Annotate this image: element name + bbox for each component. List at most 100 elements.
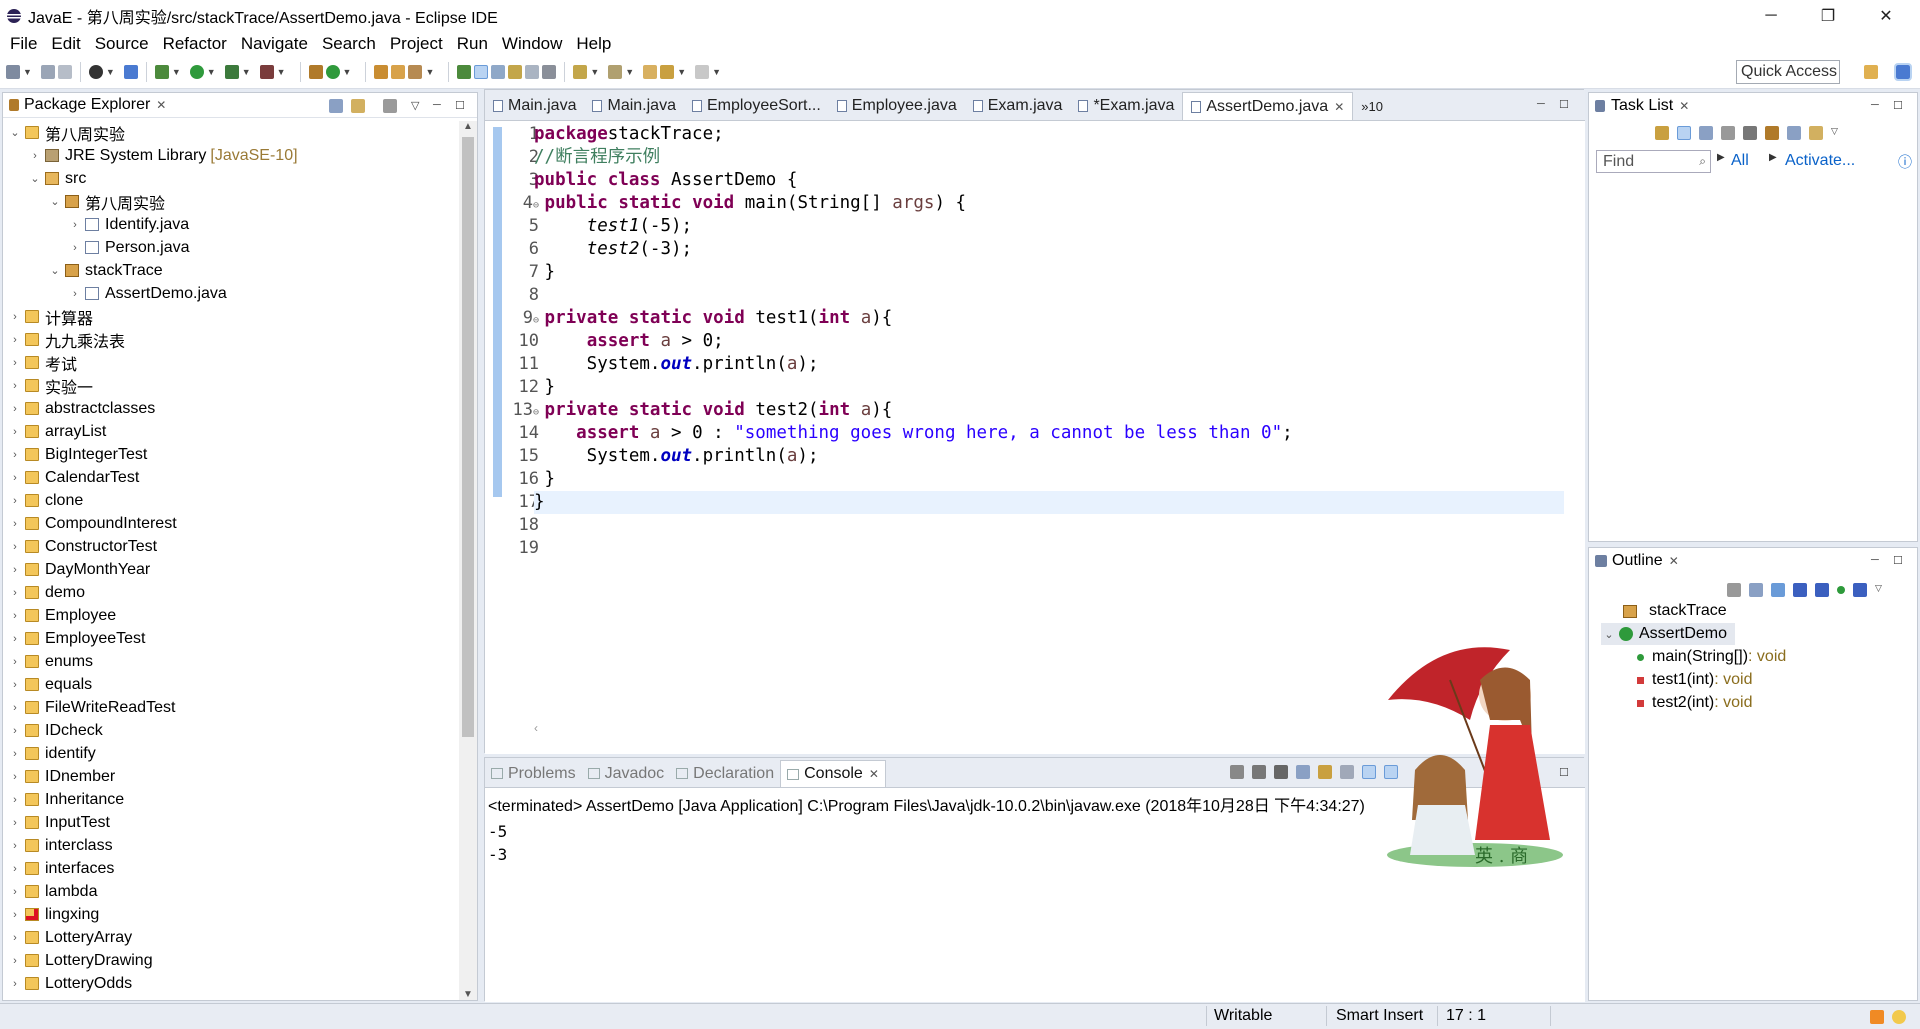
tree-item[interactable]: › 实验一 bbox=[3, 374, 458, 397]
view-menu-icon[interactable]: ▽ bbox=[411, 99, 419, 112]
close-tab-icon[interactable]: ✕ bbox=[1669, 554, 1679, 568]
chevron-down-icon[interactable]: ⌄ bbox=[7, 126, 23, 139]
chevron-right-icon[interactable]: › bbox=[7, 817, 23, 829]
code-line[interactable]: assert a > 0 : "something goes wrong her… bbox=[534, 422, 1564, 445]
tree-item[interactable]: › demo bbox=[3, 581, 458, 604]
code-line[interactable]: } bbox=[534, 376, 1564, 399]
tree-item[interactable]: › EmployeeTest bbox=[3, 627, 458, 650]
run-icon[interactable] bbox=[189, 65, 204, 79]
code-line[interactable]: public static void main(String[] args) { bbox=[534, 192, 1564, 215]
chevron-right-icon[interactable]: › bbox=[7, 932, 23, 944]
forward-icon[interactable] bbox=[695, 65, 710, 79]
scroll-lock-icon[interactable] bbox=[1318, 765, 1332, 779]
profile-icon[interactable] bbox=[88, 65, 103, 79]
code-line[interactable]: assert a > 0; bbox=[534, 330, 1564, 353]
run-dropdown-icon[interactable]: ▼ bbox=[207, 67, 216, 77]
tree-item[interactable]: › equals bbox=[3, 673, 458, 696]
chevron-right-icon[interactable]: › bbox=[7, 771, 23, 783]
menu-run[interactable]: Run bbox=[450, 34, 495, 54]
pilcrow-icon[interactable] bbox=[542, 65, 557, 79]
chevron-right-icon[interactable]: › bbox=[7, 472, 23, 484]
external-tools-icon[interactable] bbox=[259, 65, 274, 79]
tree-item[interactable]: › abstractclasses bbox=[3, 397, 458, 420]
filter-completed-icon[interactable] bbox=[1743, 126, 1757, 140]
editor-tab-exam-java[interactable]: Exam.java bbox=[965, 92, 1071, 120]
editor-tab-assertdemo-java[interactable]: AssertDemo.java ✕ bbox=[1182, 92, 1354, 120]
tree-item[interactable]: › JRE System Library [JavaSE-10] bbox=[3, 144, 458, 167]
chevron-right-icon[interactable]: › bbox=[7, 702, 23, 714]
search-dropdown-icon[interactable]: ▼ bbox=[425, 67, 434, 77]
chevron-right-icon[interactable]: › bbox=[7, 357, 23, 369]
code-line[interactable] bbox=[534, 284, 1564, 307]
chevron-right-icon[interactable]: › bbox=[7, 610, 23, 622]
tree-item[interactable]: › BigIntegerTest bbox=[3, 443, 458, 466]
menu-refactor[interactable]: Refactor bbox=[156, 34, 234, 54]
editor-tab-main-java[interactable]: Main.java bbox=[584, 92, 683, 120]
tree-item[interactable]: › 考试 bbox=[3, 351, 458, 374]
menu-search[interactable]: Search bbox=[315, 34, 383, 54]
minimize-view-icon[interactable]: ─ bbox=[1871, 554, 1879, 566]
hide-local-types-icon[interactable] bbox=[1853, 583, 1867, 597]
tip-bulb-icon[interactable] bbox=[1892, 1010, 1906, 1024]
last-edit-location-icon[interactable] bbox=[643, 65, 658, 79]
close-window-button[interactable]: ✕ bbox=[1858, 0, 1914, 31]
hide-static-icon[interactable] bbox=[1815, 583, 1829, 597]
close-tab-icon[interactable]: ✕ bbox=[869, 767, 879, 781]
activate-task-link[interactable]: Activate... bbox=[1785, 152, 1855, 170]
hide-fields-icon[interactable] bbox=[1793, 583, 1807, 597]
editor-tab-employeesort[interactable]: EmployeeSort... bbox=[684, 92, 829, 120]
chevron-right-icon[interactable]: › bbox=[7, 748, 23, 760]
maximize-button[interactable]: ❐ bbox=[1800, 0, 1856, 31]
sort-icon[interactable] bbox=[1771, 583, 1785, 597]
tree-item[interactable]: ⌄ src bbox=[3, 167, 458, 190]
chevron-right-icon[interactable]: › bbox=[7, 587, 23, 599]
code-line[interactable]: test2(-3); bbox=[534, 238, 1564, 261]
code-text[interactable]: packagestackTrace;//断言程序示例 public class A… bbox=[534, 123, 1564, 560]
tab-declaration[interactable]: Declaration bbox=[670, 760, 780, 787]
focus-active-task-icon[interactable] bbox=[1727, 583, 1741, 597]
search-icon[interactable] bbox=[408, 65, 423, 79]
forward-dropdown-icon[interactable]: ▼ bbox=[712, 67, 721, 77]
tree-item[interactable]: › Employee bbox=[3, 604, 458, 627]
toggle-block-selection-icon[interactable] bbox=[491, 65, 506, 79]
tab-console[interactable]: Console ✕ bbox=[780, 760, 886, 787]
show-whitespace-icon[interactable] bbox=[525, 65, 540, 79]
minimize-view-icon[interactable]: ─ bbox=[433, 99, 441, 111]
open-task-icon[interactable] bbox=[391, 65, 406, 79]
chevron-down-icon[interactable]: ⌄ bbox=[47, 195, 63, 208]
outline-class-row[interactable]: ⌄ AssertDemo bbox=[1601, 623, 1736, 645]
next-annotation-dropdown-icon[interactable]: ▼ bbox=[590, 67, 599, 77]
chevron-right-icon[interactable]: › bbox=[7, 863, 23, 875]
new-icon[interactable] bbox=[6, 65, 20, 79]
tree-item[interactable]: › LotteryArray bbox=[3, 926, 458, 949]
open-type-icon[interactable] bbox=[374, 65, 389, 79]
chevron-right-icon[interactable]: › bbox=[67, 242, 83, 254]
link-with-editor-icon[interactable] bbox=[351, 99, 365, 113]
quick-access-input[interactable]: Quick Access bbox=[1736, 60, 1840, 84]
chevron-right-icon[interactable]: › bbox=[7, 679, 23, 691]
tree-item[interactable]: › interfaces bbox=[3, 857, 458, 880]
outline-title[interactable]: Outline bbox=[1612, 552, 1663, 570]
code-line[interactable]: private static void test1(int a){ bbox=[534, 307, 1564, 330]
chevron-right-icon[interactable]: › bbox=[7, 794, 23, 806]
maximize-view-icon[interactable]: ☐ bbox=[1893, 99, 1903, 112]
external-tools-dropdown-icon[interactable]: ▼ bbox=[277, 67, 286, 77]
back-dropdown-icon[interactable]: ▼ bbox=[677, 67, 686, 77]
menu-source[interactable]: Source bbox=[88, 34, 156, 54]
open-perspective-icon[interactable] bbox=[1864, 65, 1878, 79]
view-menu-icon[interactable]: ▽ bbox=[1831, 126, 1838, 140]
tree-item[interactable]: › AssertDemo.java bbox=[3, 282, 458, 305]
hide-completed-icon[interactable] bbox=[1765, 126, 1779, 140]
package-explorer-title[interactable]: Package Explorer bbox=[24, 96, 150, 114]
tree-item[interactable]: › DayMonthYear bbox=[3, 558, 458, 581]
code-line[interactable]: //断言程序示例 bbox=[534, 146, 1564, 169]
chevron-right-icon[interactable]: › bbox=[7, 449, 23, 461]
show-on-stdout-icon[interactable] bbox=[1362, 765, 1376, 779]
tab-problems[interactable]: Problems bbox=[485, 760, 582, 787]
categorized-icon[interactable] bbox=[1677, 126, 1691, 140]
new-task-icon[interactable] bbox=[1655, 126, 1669, 140]
tab-javadoc[interactable]: Javadoc bbox=[582, 760, 671, 787]
code-line[interactable]: public class AssertDemo { bbox=[534, 169, 1564, 192]
new-package-icon[interactable] bbox=[308, 65, 323, 79]
next-annotation-icon[interactable] bbox=[573, 65, 588, 79]
